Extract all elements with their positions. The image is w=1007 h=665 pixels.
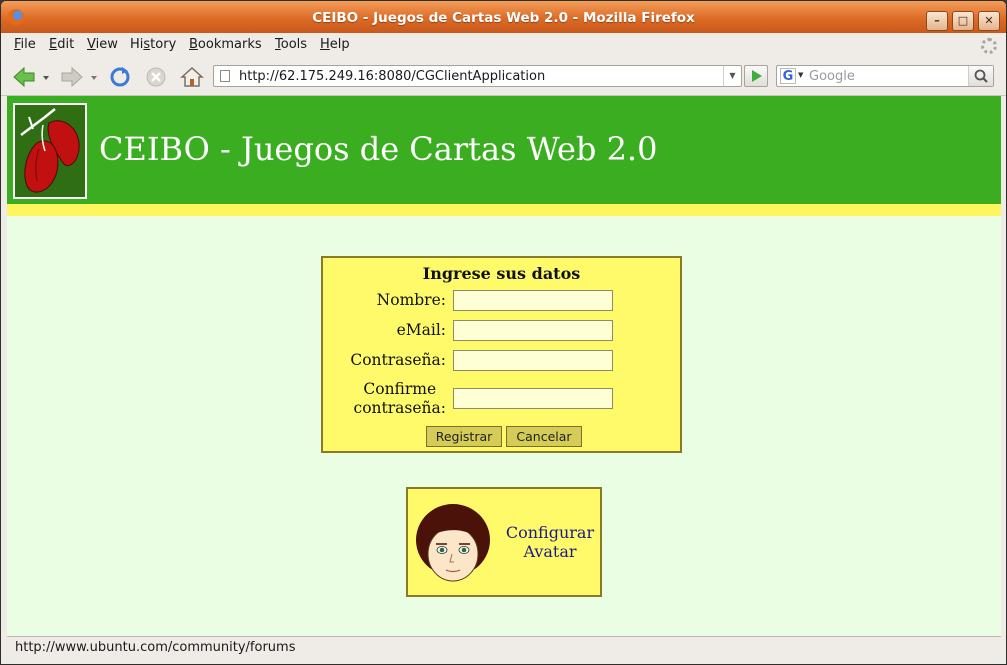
- google-engine-icon[interactable]: G: [780, 68, 796, 84]
- forward-button[interactable]: [59, 65, 85, 89]
- url-history-dropdown[interactable]: ▼: [723, 66, 741, 86]
- menu-file[interactable]: File: [14, 37, 36, 52]
- menu-tools[interactable]: Tools: [275, 37, 307, 52]
- browser-window: CEIBO - Juegos de Cartas Web 2.0 - Mozil…: [0, 0, 1007, 665]
- form-title: Ingrese sus datos: [422, 264, 581, 283]
- home-icon: [180, 66, 204, 87]
- close-button[interactable]: ✕: [978, 11, 1000, 31]
- status-text: http://www.ubuntu.com/community/forums: [15, 640, 296, 655]
- address-bar[interactable]: ▼: [213, 65, 742, 87]
- minimize-button[interactable]: –: [926, 11, 948, 31]
- site-title: CEIBO - Juegos de Cartas Web 2.0: [99, 130, 658, 168]
- maximize-button[interactable]: □: [952, 11, 974, 31]
- search-bar[interactable]: G ▼: [776, 65, 994, 87]
- page-icon: [220, 70, 230, 82]
- site-header: CEIBO - Juegos de Cartas Web 2.0: [7, 96, 1001, 204]
- window-title: CEIBO - Juegos de Cartas Web 2.0 - Mozil…: [312, 10, 695, 26]
- menu-bookmarks[interactable]: Bookmarks: [189, 37, 262, 52]
- registration-form: Ingrese sus datos Nombre: eMail: Contras…: [321, 256, 682, 453]
- url-input[interactable]: [239, 67, 719, 85]
- configure-avatar-line2: Avatar: [523, 542, 577, 561]
- nombre-label: Nombre:: [376, 291, 446, 309]
- back-history-dropdown[interactable]: [40, 65, 52, 89]
- chevron-down-icon[interactable]: ▼: [798, 71, 803, 79]
- chevron-down-icon: [91, 76, 97, 80]
- menu-history[interactable]: History: [130, 37, 176, 52]
- back-arrow-icon: [13, 66, 35, 88]
- stop-button[interactable]: [143, 65, 169, 89]
- avatar-face-icon: [416, 504, 490, 582]
- ceibo-flower-icon: [20, 108, 80, 193]
- password-input[interactable]: [453, 350, 613, 371]
- menu-edit[interactable]: Edit: [49, 37, 74, 52]
- nombre-input[interactable]: [453, 290, 613, 311]
- forward-arrow-icon: [61, 66, 83, 88]
- confirm-password-label-line2: contraseña:: [353, 399, 446, 417]
- cancel-button[interactable]: Cancelar: [506, 426, 582, 447]
- magnifier-icon: [974, 69, 988, 83]
- ceibo-flower-logo: [13, 103, 87, 199]
- confirm-password-label-line1: Confirme: [363, 380, 437, 398]
- chevron-down-icon: [43, 76, 49, 80]
- reload-button[interactable]: [107, 65, 133, 89]
- page-content: CEIBO - Juegos de Cartas Web 2.0 Ingrese…: [7, 96, 1001, 636]
- configure-avatar-panel[interactable]: Configurar Avatar: [406, 487, 602, 597]
- confirm-password-label: Confirme contraseña:: [354, 380, 446, 418]
- configure-avatar-link[interactable]: Configurar Avatar: [502, 523, 598, 561]
- status-bar: http://www.ubuntu.com/community/forums: [7, 636, 1001, 659]
- reload-icon: [110, 67, 130, 87]
- header-stripe: [7, 204, 1001, 216]
- confirm-password-input[interactable]: [453, 388, 613, 409]
- password-label: Contraseña:: [350, 351, 446, 369]
- navigation-toolbar: ▼ G ▼: [1, 57, 1006, 96]
- go-button[interactable]: [744, 65, 768, 87]
- stop-icon: [146, 67, 166, 87]
- register-button[interactable]: Registrar: [426, 426, 502, 447]
- forward-history-dropdown[interactable]: [88, 65, 100, 89]
- search-input[interactable]: [809, 67, 964, 85]
- configure-avatar-line1: Configurar: [505, 523, 595, 542]
- activity-throbber-icon: [981, 38, 997, 54]
- menu-view[interactable]: View: [87, 37, 118, 52]
- menu-bar: File Edit View History Bookmarks Tools H…: [1, 33, 1006, 57]
- email-input[interactable]: [453, 320, 613, 341]
- title-bar: CEIBO - Juegos de Cartas Web 2.0 - Mozil…: [1, 1, 1006, 33]
- menu-help[interactable]: Help: [320, 37, 350, 52]
- back-button[interactable]: [11, 65, 37, 89]
- email-label: eMail:: [396, 321, 446, 339]
- search-button[interactable]: [968, 66, 993, 86]
- home-button[interactable]: [179, 65, 205, 89]
